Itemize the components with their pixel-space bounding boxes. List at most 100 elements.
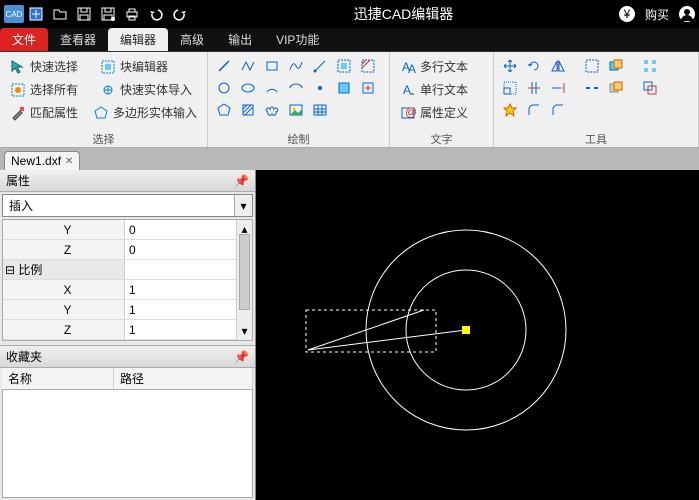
- ray-icon[interactable]: [310, 56, 330, 76]
- rotate-icon[interactable]: [524, 56, 544, 76]
- circle-icon[interactable]: [214, 78, 234, 98]
- ellipse-icon[interactable]: [238, 78, 258, 98]
- arc-icon[interactable]: [262, 78, 282, 98]
- save-icon[interactable]: [72, 2, 96, 26]
- buy-button[interactable]: 购买: [645, 6, 669, 23]
- mtext-label: 多行文本: [420, 58, 468, 75]
- property-value[interactable]: 1: [125, 280, 252, 299]
- break-icon[interactable]: [582, 78, 602, 98]
- menu-tab-output[interactable]: 输出: [216, 28, 264, 51]
- hatch-icon[interactable]: [238, 100, 258, 120]
- property-key: X: [3, 280, 125, 299]
- array-icon[interactable]: [640, 56, 660, 76]
- insert-dropdown[interactable]: 插入 ▾: [2, 194, 253, 217]
- table-icon[interactable]: [310, 100, 330, 120]
- scale-icon[interactable]: [500, 78, 520, 98]
- app-logo: CAD: [4, 5, 24, 23]
- polyline-icon[interactable]: [238, 56, 258, 76]
- polygon-icon[interactable]: [214, 100, 234, 120]
- document-tab[interactable]: New1.dxf ✕: [4, 151, 80, 170]
- select-all-label: 选择所有: [30, 81, 78, 98]
- mtext-button[interactable]: AA多行文本: [396, 56, 487, 77]
- cloud-icon[interactable]: [262, 100, 282, 120]
- close-tab-icon[interactable]: ✕: [65, 156, 73, 167]
- menu-tab-editor[interactable]: 编辑器: [108, 28, 168, 51]
- block-icon[interactable]: [334, 78, 354, 98]
- props-panel-title: 属性: [6, 172, 30, 189]
- quick-entity-import-button[interactable]: 快速实体导入: [96, 79, 196, 100]
- block-editor-button[interactable]: 块编辑器: [96, 56, 172, 77]
- property-key: Y: [3, 300, 125, 319]
- trim-icon[interactable]: [524, 78, 544, 98]
- menu-file[interactable]: 文件: [0, 28, 48, 51]
- fav-col-name[interactable]: 名称: [2, 368, 114, 389]
- property-value[interactable]: 0: [125, 240, 252, 259]
- property-value[interactable]: 1: [125, 300, 252, 319]
- property-row[interactable]: Z1: [3, 320, 252, 340]
- property-key: Z: [3, 320, 125, 339]
- scroll-down-icon[interactable]: ▾: [241, 324, 247, 338]
- open-icon[interactable]: [48, 2, 72, 26]
- menu-tab-advanced[interactable]: 高级: [168, 28, 216, 51]
- saveas-icon[interactable]: [96, 2, 120, 26]
- workspace: 属性 📌 插入 ▾ Y0Z0⊟ 比例X1Y1Z1 ▴ ▾ 收藏夹 📌 名称 路径: [0, 170, 699, 500]
- undo-icon[interactable]: [144, 2, 168, 26]
- group-remove-icon[interactable]: [606, 78, 626, 98]
- polygon-entity-input-button[interactable]: 多边形实体输入: [89, 102, 201, 123]
- fav-columns: 名称 路径: [2, 368, 253, 390]
- new-icon[interactable]: [24, 2, 48, 26]
- selection-icon[interactable]: [582, 56, 602, 76]
- menu-tab-viewer[interactable]: 查看器: [48, 28, 108, 51]
- print-icon[interactable]: [120, 2, 144, 26]
- property-row[interactable]: X1: [3, 280, 252, 300]
- offset-icon[interactable]: [640, 78, 660, 98]
- select-all-button[interactable]: 选择所有: [6, 79, 92, 100]
- fav-col-path[interactable]: 路径: [114, 368, 253, 389]
- drawing-canvas[interactable]: [256, 170, 699, 500]
- dropdown-arrow-icon[interactable]: ▾: [234, 195, 252, 216]
- attdef-button[interactable]: @属性定义: [396, 102, 487, 123]
- point-icon[interactable]: [310, 78, 330, 98]
- scrollbar[interactable]: ▴ ▾: [236, 220, 252, 340]
- explode-icon[interactable]: [500, 100, 520, 120]
- group-add-icon[interactable]: [606, 56, 626, 76]
- property-value[interactable]: 1: [125, 320, 252, 339]
- mirror-icon[interactable]: [548, 56, 568, 76]
- spline-icon[interactable]: [286, 56, 306, 76]
- menu-tab-vip[interactable]: VIP功能: [264, 28, 331, 51]
- property-value[interactable]: 0: [125, 220, 252, 239]
- quick-entity-import-label: 快速实体导入: [120, 81, 192, 98]
- polygon-entity-input-label: 多边形实体输入: [113, 104, 197, 121]
- property-row[interactable]: Z0: [3, 240, 252, 260]
- currency-icon[interactable]: ¥: [615, 2, 639, 26]
- menu-bar: 文件 查看器 编辑器 高级 输出 VIP功能: [0, 28, 699, 52]
- fillet-icon[interactable]: [524, 100, 544, 120]
- stext-button[interactable]: A单行文本: [396, 79, 487, 100]
- property-row[interactable]: Y0: [3, 220, 252, 240]
- ribbon-group-select: 快速选择 块编辑器 选择所有 快速实体导入 匹配属性 多边形实体输入 选择: [0, 52, 208, 147]
- pin-icon[interactable]: 📌: [234, 174, 249, 188]
- move-icon[interactable]: [500, 56, 520, 76]
- property-row[interactable]: ⊟ 比例: [3, 260, 252, 280]
- fav-list[interactable]: [2, 390, 253, 498]
- hatch-select-icon[interactable]: [358, 56, 378, 76]
- property-row[interactable]: Y1: [3, 300, 252, 320]
- match-props-button[interactable]: 匹配属性: [6, 102, 85, 123]
- left-panel: 属性 📌 插入 ▾ Y0Z0⊟ 比例X1Y1Z1 ▴ ▾ 收藏夹 📌 名称 路径: [0, 170, 256, 500]
- redo-icon[interactable]: [168, 2, 192, 26]
- svg-text:A: A: [403, 83, 411, 97]
- insert-icon[interactable]: [358, 78, 378, 98]
- scroll-thumb[interactable]: [239, 234, 250, 310]
- ellipse-arc-icon[interactable]: [286, 78, 306, 98]
- extend-icon[interactable]: [548, 78, 568, 98]
- quick-select-button[interactable]: 快速选择: [6, 56, 92, 77]
- pin-icon[interactable]: 📌: [234, 350, 249, 364]
- chamfer-icon[interactable]: [548, 100, 568, 120]
- rectangle-icon[interactable]: [262, 56, 282, 76]
- region-icon[interactable]: [334, 56, 354, 76]
- image-icon[interactable]: [286, 100, 306, 120]
- ribbon-label-text: 文字: [396, 131, 487, 145]
- property-value[interactable]: [125, 260, 252, 279]
- line-icon[interactable]: [214, 56, 234, 76]
- user-icon[interactable]: [675, 2, 699, 26]
